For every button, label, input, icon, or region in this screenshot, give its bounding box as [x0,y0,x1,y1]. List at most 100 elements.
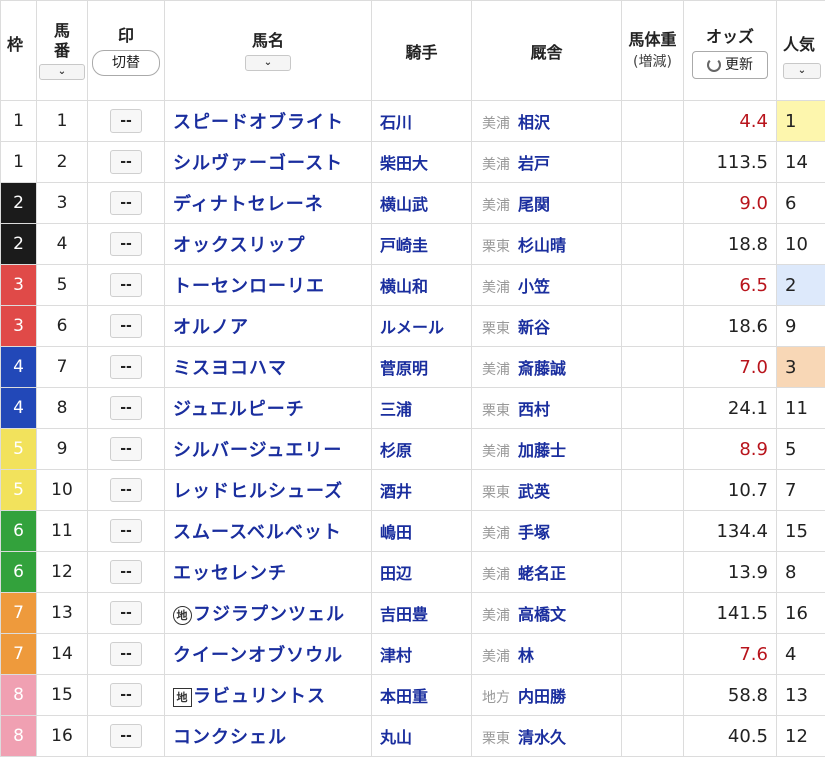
jockey-cell[interactable]: 横山和 [372,265,472,306]
mark-select-button[interactable]: -- [110,519,142,543]
jockey-link[interactable]: 酒井 [380,482,412,501]
trainer-cell[interactable]: 美浦尾関 [472,183,622,224]
trainer-link[interactable]: 清水久 [518,728,566,747]
mark-select-button[interactable]: -- [110,437,142,461]
trainer-link[interactable]: 手塚 [518,523,550,542]
horse-name-link[interactable]: レッドヒルシューズ [173,481,343,502]
horse-name-link[interactable]: コンクシェル [173,727,287,748]
jockey-cell[interactable]: 三浦 [372,388,472,429]
horse-name-link[interactable]: ミスヨコハマ [173,358,287,379]
horse-name-link[interactable]: シルヴァーゴースト [173,153,343,174]
jockey-cell[interactable]: 石川 [372,101,472,142]
trainer-link[interactable]: 林 [518,646,534,665]
horse-name-link[interactable]: スムースベルベット [173,522,342,543]
jockey-cell[interactable]: 横山武 [372,183,472,224]
horse-name-link[interactable]: クイーンオブソウル [173,645,343,666]
mark-select-button[interactable]: -- [110,191,142,215]
trainer-cell[interactable]: 美浦高橋文 [472,593,622,634]
mark-select-button[interactable]: -- [110,109,142,133]
trainer-link[interactable]: 相沢 [518,113,550,132]
jockey-cell[interactable]: ルメール [372,306,472,347]
trainer-link[interactable]: 西村 [518,400,550,419]
mark-select-button[interactable]: -- [110,150,142,174]
mark-select-button[interactable]: -- [110,355,142,379]
trainer-cell[interactable]: 美浦手塚 [472,511,622,552]
trainer-link[interactable]: 斎藤誠 [518,359,566,378]
horse-name-link[interactable]: ディナトセレーネ [173,194,324,215]
trainer-cell[interactable]: 美浦林 [472,634,622,675]
mark-select-button[interactable]: -- [110,232,142,256]
horse-name-sort-button[interactable]: ⌄ [245,55,291,71]
jockey-link[interactable]: 横山武 [380,195,428,214]
jockey-link[interactable]: 嶋田 [380,523,412,542]
umaban-sort-button[interactable]: ⌄ [39,64,85,80]
horse-name-cell[interactable]: ミスヨコハマ [165,347,372,388]
jockey-link[interactable]: 丸山 [380,728,412,747]
trainer-link[interactable]: 岩戸 [518,154,550,173]
jockey-link[interactable]: 菅原明 [380,359,428,378]
trainer-link[interactable]: 尾関 [518,195,550,214]
mark-select-button[interactable]: -- [110,642,142,666]
trainer-link[interactable]: 高橋文 [518,605,566,624]
jockey-link[interactable]: 田辺 [380,564,412,583]
horse-name-cell[interactable]: ジュエルピーチ [165,388,372,429]
jockey-cell[interactable]: 戸崎圭 [372,224,472,265]
popularity-sort-button[interactable]: ⌄ [783,63,821,79]
horse-name-link[interactable]: フジラプンツェル [193,604,345,625]
trainer-cell[interactable]: 栗東武英 [472,470,622,511]
trainer-link[interactable]: 武英 [518,482,550,501]
odds-refresh-button[interactable]: 更新 [692,51,768,79]
horse-name-cell[interactable]: トーセンローリエ [165,265,372,306]
trainer-cell[interactable]: 美浦蛯名正 [472,552,622,593]
horse-name-cell[interactable]: クイーンオブソウル [165,634,372,675]
jockey-cell[interactable]: 酒井 [372,470,472,511]
horse-name-cell[interactable]: オルノア [165,306,372,347]
horse-name-link[interactable]: オックスリップ [173,235,305,256]
jockey-link[interactable]: 横山和 [380,277,428,296]
horse-name-link[interactable]: シルバージュエリー [173,440,342,461]
trainer-cell[interactable]: 美浦相沢 [472,101,622,142]
trainer-link[interactable]: 杉山晴 [518,236,566,255]
mark-select-button[interactable]: -- [110,396,142,420]
horse-name-cell[interactable]: シルヴァーゴースト [165,142,372,183]
jockey-link[interactable]: 柴田大 [380,154,428,173]
horse-name-cell[interactable]: ディナトセレーネ [165,183,372,224]
jockey-cell[interactable]: 吉田豊 [372,593,472,634]
mark-select-button[interactable]: -- [110,273,142,297]
mark-toggle-button[interactable]: 切替 [92,50,160,76]
trainer-cell[interactable]: 地方内田勝 [472,675,622,716]
horse-name-cell[interactable]: 地フジラプンツェル [165,593,372,634]
horse-name-cell[interactable]: コンクシェル [165,716,372,757]
jockey-link[interactable]: 石川 [380,113,412,132]
mark-select-button[interactable]: -- [110,478,142,502]
jockey-link[interactable]: 津村 [380,646,412,665]
jockey-link[interactable]: ルメール [380,318,444,337]
horse-name-link[interactable]: ジュエルピーチ [173,399,305,420]
jockey-cell[interactable]: 嶋田 [372,511,472,552]
trainer-cell[interactable]: 栗東清水久 [472,716,622,757]
jockey-link[interactable]: 戸崎圭 [380,236,428,255]
trainer-cell[interactable]: 美浦岩戸 [472,142,622,183]
trainer-link[interactable]: 加藤士 [518,441,566,460]
horse-name-link[interactable]: スピードオブライト [173,112,344,133]
mark-select-button[interactable]: -- [110,560,142,584]
horse-name-cell[interactable]: スピードオブライト [165,101,372,142]
header-horse-name[interactable]: 馬名 ⌄ [165,1,372,101]
jockey-cell[interactable]: 菅原明 [372,347,472,388]
mark-select-button[interactable]: -- [110,601,142,625]
horse-name-link[interactable]: トーセンローリエ [173,276,325,297]
trainer-cell[interactable]: 栗東西村 [472,388,622,429]
jockey-cell[interactable]: 丸山 [372,716,472,757]
jockey-cell[interactable]: 杉原 [372,429,472,470]
jockey-cell[interactable]: 田辺 [372,552,472,593]
horse-name-link[interactable]: エッセレンチ [173,563,287,584]
trainer-link[interactable]: 内田勝 [518,687,566,706]
trainer-cell[interactable]: 美浦小笠 [472,265,622,306]
trainer-cell[interactable]: 栗東新谷 [472,306,622,347]
jockey-link[interactable]: 杉原 [380,441,412,460]
horse-name-cell[interactable]: シルバージュエリー [165,429,372,470]
horse-name-cell[interactable]: オックスリップ [165,224,372,265]
horse-name-cell[interactable]: スムースベルベット [165,511,372,552]
jockey-cell[interactable]: 本田重 [372,675,472,716]
trainer-cell[interactable]: 美浦斎藤誠 [472,347,622,388]
